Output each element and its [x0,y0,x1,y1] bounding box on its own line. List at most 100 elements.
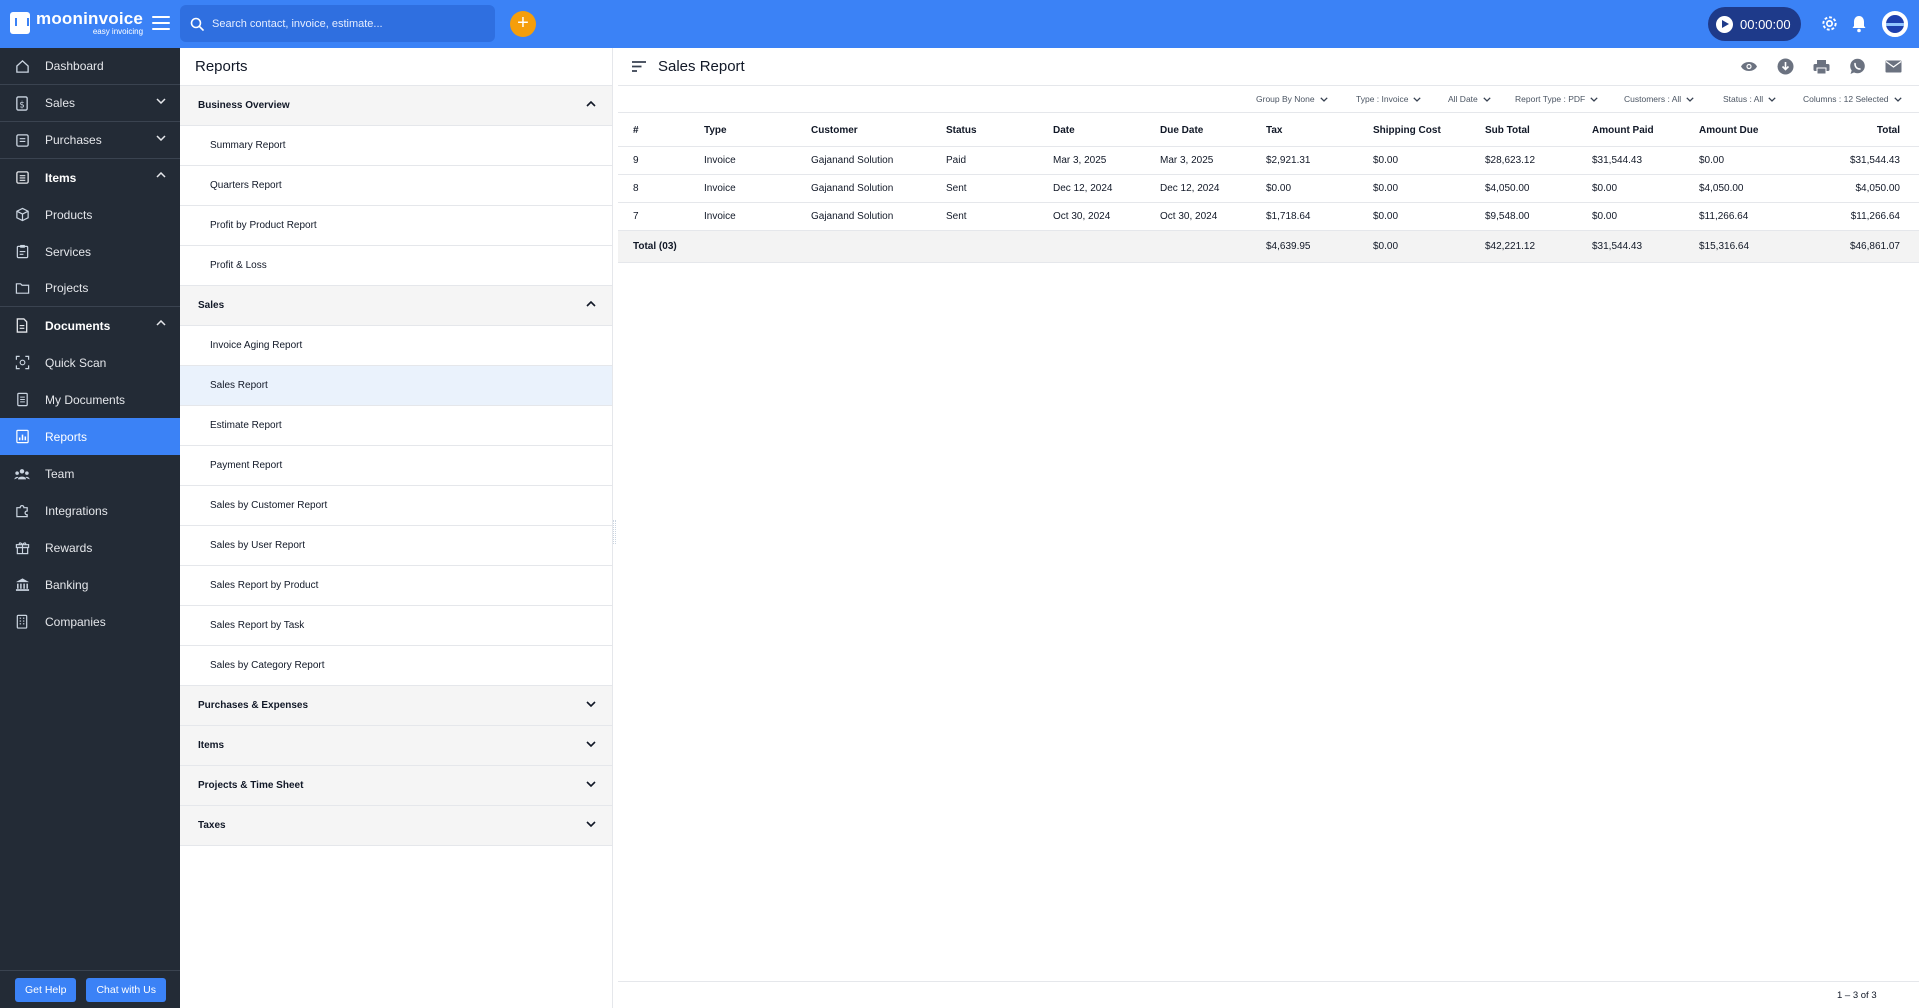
chevron-down-icon [156,98,166,104]
sidebar-item-label: My Documents [45,392,126,407]
report-link-payment[interactable]: Payment Report [180,446,612,486]
chevron-down-icon [1768,96,1776,102]
print-icon[interactable] [1813,59,1830,75]
chevron-down-icon [1590,96,1598,102]
column-header[interactable]: Total [1806,116,1919,147]
column-header[interactable]: Tax [1266,116,1373,147]
report-link-sales-by-customer[interactable]: Sales by Customer Report [180,486,612,526]
user-avatar[interactable] [1882,11,1908,37]
quick-add-button[interactable]: + [510,11,536,37]
cell-date: Mar 3, 2025 [1053,146,1160,175]
panel-resize-handle[interactable] [613,520,616,544]
sidebar-item-quick-scan[interactable]: Quick Scan [0,344,180,381]
filter-type[interactable]: Type : Invoice [1356,94,1422,104]
report-link-sales-report[interactable]: Sales Report [180,366,612,406]
folder-icon [14,280,30,296]
section-sales[interactable]: Sales [180,286,612,326]
sidebar-item-banking[interactable]: Banking [0,566,180,603]
filter-group-by[interactable]: Group By None [1256,94,1328,104]
table-row[interactable]: 9 Invoice Gajanand Solution Paid Mar 3, … [618,146,1919,175]
reports-menu-title: Reports [180,48,612,86]
report-link-invoice-aging[interactable]: Invoice Aging Report [180,326,612,366]
download-icon[interactable] [1777,58,1794,75]
column-header[interactable]: Amount Due [1699,116,1806,147]
sidebar-item-companies[interactable]: Companies [0,603,180,640]
sidebar-item-sales[interactable]: $ Sales [0,85,180,122]
sidebar-item-purchases[interactable]: Purchases [0,122,180,159]
column-header[interactable]: # [618,116,704,147]
column-header[interactable]: Sub Total [1485,116,1592,147]
app-logo[interactable]: mooninvoice easy invoicing [10,10,143,36]
chat-with-us-button[interactable]: Chat with Us [86,977,166,1002]
chevron-down-icon [586,781,596,787]
sidebar-item-services[interactable]: Services [0,233,180,270]
puzzle-icon [14,503,30,519]
column-header[interactable]: Customer [811,116,946,147]
column-header[interactable]: Type [704,116,811,147]
cell-due-date: Mar 3, 2025 [1160,146,1266,175]
sidebar-item-items[interactable]: Items [0,159,180,196]
sidebar-item-products[interactable]: Products [0,196,180,233]
report-link-sales-by-product[interactable]: Sales Report by Product [180,566,612,606]
report-link-sales-by-task[interactable]: Sales Report by Task [180,606,612,646]
column-header[interactable]: Date [1053,116,1160,147]
section-projects-timesheet[interactable]: Projects & Time Sheet [180,766,612,806]
sidebar-item-projects[interactable]: Projects [0,270,180,307]
sort-icon[interactable] [632,61,646,72]
sidebar-item-my-documents[interactable]: My Documents [0,381,180,418]
filter-customers[interactable]: Customers : All [1624,94,1694,104]
get-help-button[interactable]: Get Help [15,977,77,1002]
search-input[interactable] [212,17,472,30]
timer-button[interactable]: 00:00:00 [1708,7,1801,41]
sidebar-item-dashboard[interactable]: Dashboard [0,48,180,85]
report-link-profit-loss[interactable]: Profit & Loss [180,246,612,286]
column-header[interactable]: Status [946,116,1053,147]
report-link-summary[interactable]: Summary Report [180,126,612,166]
box-icon [14,207,30,223]
filter-status[interactable]: Status : All [1723,94,1776,104]
sidebar-item-reports[interactable]: Reports [0,418,180,455]
report-link-estimate[interactable]: Estimate Report [180,406,612,446]
email-icon[interactable] [1885,60,1902,73]
notification-bell-icon[interactable] [1851,14,1867,33]
cell-tax: $0.00 [1266,174,1373,203]
menu-toggle-icon[interactable] [152,16,170,30]
column-header[interactable]: Amount Paid [1592,116,1699,147]
column-header[interactable]: Due Date [1160,116,1266,147]
sidebar-item-team[interactable]: Team [0,455,180,492]
report-title: Sales Report [658,58,745,75]
sidebar-item-documents[interactable]: Documents [0,307,180,344]
filter-report-type[interactable]: Report Type : PDF [1515,94,1598,104]
report-link-sales-by-category[interactable]: Sales by Category Report [180,646,612,686]
section-label: Taxes [198,820,226,831]
list-icon [14,170,30,186]
cell-due-date: Oct 30, 2024 [1160,202,1266,231]
table-row[interactable]: 8 Invoice Gajanand Solution Sent Dec 12,… [618,174,1919,203]
sidebar-item-label: Team [45,466,75,481]
cell-amount-paid: $0.00 [1592,202,1699,231]
bank-icon [14,577,30,593]
report-header: Sales Report [618,48,1919,86]
report-icon [14,429,30,445]
cell-customer: Gajanand Solution [811,202,946,231]
settings-gear-icon[interactable] [1820,14,1839,33]
filter-date[interactable]: All Date [1448,94,1491,104]
report-link-sales-by-user[interactable]: Sales by User Report [180,526,612,566]
table-row[interactable]: 7 Invoice Gajanand Solution Sent Oct 30,… [618,202,1919,231]
eye-icon[interactable] [1740,60,1758,73]
sidebar-item-rewards[interactable]: Rewards [0,529,180,566]
chevron-down-icon [1686,96,1694,102]
global-search[interactable] [180,5,495,42]
section-taxes[interactable]: Taxes [180,806,612,846]
section-purchases-expenses[interactable]: Purchases & Expenses [180,686,612,726]
column-header[interactable]: Shipping Cost [1373,116,1485,147]
section-items[interactable]: Items [180,726,612,766]
report-link-quarters[interactable]: Quarters Report [180,166,612,206]
report-link-profit-by-product[interactable]: Profit by Product Report [180,206,612,246]
whatsapp-icon[interactable] [1849,58,1866,75]
filter-columns[interactable]: Columns : 12 Selected [1803,94,1902,104]
sidebar-item-integrations[interactable]: Integrations [0,492,180,529]
section-business-overview[interactable]: Business Overview [180,86,612,126]
cell-status: Paid [946,146,1053,175]
table-total-row: Total (03) $4,639.95 $0.00 $42,221.12 $3… [618,230,1919,263]
